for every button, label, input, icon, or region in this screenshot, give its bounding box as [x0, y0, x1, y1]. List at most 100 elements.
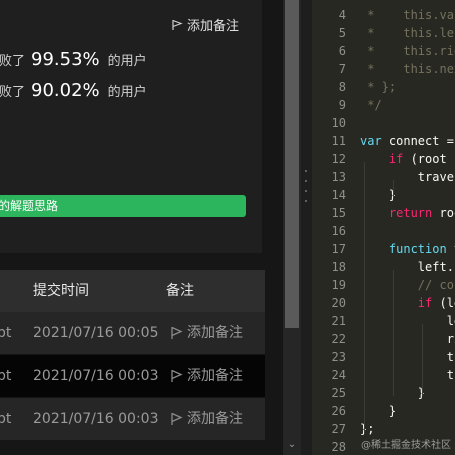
code-text: }: [360, 188, 397, 202]
code-text: tr: [360, 368, 455, 382]
row-language: pt: [0, 411, 12, 427]
code-line[interactable]: 23 tr: [312, 348, 455, 366]
add-note-button[interactable]: 添加备注: [171, 15, 239, 34]
code-line[interactable]: 9 */: [312, 96, 455, 114]
line-number: 10: [331, 116, 346, 130]
code-editor[interactable]: 4 * this.val5 * this.left6 * this.rig7 *…: [312, 0, 455, 455]
line-number: 12: [331, 152, 346, 166]
code-line[interactable]: 6 * this.rig: [312, 42, 455, 60]
code-text: */: [360, 98, 382, 112]
line-number: 26: [331, 404, 346, 418]
code-line[interactable]: 13 trave(: [312, 168, 455, 186]
flag-icon: [172, 19, 183, 30]
line-number: 17: [331, 242, 346, 256]
code-line[interactable]: 22 ri: [312, 330, 455, 348]
code-text: return roo: [388, 206, 455, 220]
line-number: 4: [338, 8, 346, 22]
code-text: }: [360, 404, 397, 418]
code-line[interactable]: 24 tr: [312, 366, 455, 384]
code-line[interactable]: 18 left.n: [312, 258, 455, 276]
table-row[interactable]: pt 2021/07/16 00:03 添加备注: [0, 355, 265, 397]
stat-prefix: 击败了: [0, 54, 26, 69]
my-solution-label: 我的解题思路: [0, 199, 59, 213]
code-text: var connect =: [360, 134, 454, 148]
line-number: 13: [331, 170, 346, 184]
code-line[interactable]: 5 * this.left: [312, 24, 455, 42]
line-number: 27: [331, 422, 346, 436]
line-number: 19: [331, 278, 346, 292]
code-line[interactable]: 11 var connect =: [312, 132, 455, 150]
line-number: 5: [338, 26, 346, 40]
row-add-note-button[interactable]: 添加备注: [170, 312, 243, 354]
row-add-note-label: 添加备注: [187, 368, 243, 384]
table-row[interactable]: pt 2021/07/16 00:05 添加备注: [0, 312, 265, 354]
code-line[interactable]: 10: [312, 114, 455, 132]
code-text: if (root !: [388, 152, 455, 166]
line-number: 25: [331, 386, 346, 400]
grip-dot-icon: [305, 200, 307, 202]
code-line[interactable]: 7 * this.nex: [312, 60, 455, 78]
code-text: tr: [360, 350, 455, 364]
code-text: le: [360, 314, 455, 328]
line-number: 28: [331, 440, 346, 454]
code-line[interactable]: 17 function t: [312, 240, 455, 258]
line-number: 9: [338, 98, 346, 112]
code-line[interactable]: 14 }: [312, 186, 455, 204]
grip-dot-icon: [305, 190, 307, 192]
code-text: ri: [360, 332, 455, 346]
code-line[interactable]: 12 if (root !: [312, 150, 455, 168]
code-line[interactable]: 15 return roo: [312, 204, 455, 222]
code-line[interactable]: 19 // co: [312, 276, 455, 294]
flag-icon: [171, 326, 183, 339]
code-text: trave(: [360, 170, 455, 184]
header-note: 备注: [166, 283, 194, 299]
pane-resize-handle[interactable]: [301, 0, 312, 455]
code-line[interactable]: 4 * this.val: [312, 6, 455, 24]
row-add-note-button[interactable]: 添加备注: [170, 398, 243, 440]
code-text: * this.left: [367, 26, 455, 40]
stat-suffix: 的用户: [107, 54, 147, 69]
indent-guide: [364, 162, 365, 432]
code-text: * };: [360, 80, 397, 94]
code-text: // co: [360, 278, 454, 292]
memory-percent: 90.02%: [31, 80, 100, 101]
line-number: 7: [338, 62, 346, 76]
code-line[interactable]: 16: [312, 222, 455, 240]
code-text: if (le: [417, 296, 455, 310]
indent-guide: [393, 270, 394, 396]
row-add-note-label: 添加备注: [187, 411, 243, 427]
submission-panel: 添加备注 击败了 99.53% 的用户 击败了 90.02% 的用户 我的解题思…: [0, 0, 283, 455]
row-language: pt: [0, 325, 12, 341]
code-line[interactable]: 20 if (le: [312, 294, 455, 312]
indent-guide: [393, 180, 394, 198]
row-add-note-button[interactable]: 添加备注: [170, 355, 243, 397]
code-text: * this.val: [360, 8, 455, 22]
row-submit-time: 2021/07/16 00:05: [33, 325, 159, 341]
scroll-down-arrow-icon[interactable]: ⌄: [287, 440, 297, 450]
line-number: 22: [331, 332, 346, 346]
runtime-stat: 击败了 99.53% 的用户: [0, 49, 147, 70]
table-row[interactable]: pt 2021/07/16 00:03 添加备注: [0, 398, 265, 440]
code-line[interactable]: 26 }: [312, 402, 455, 420]
code-line[interactable]: 21 le: [312, 312, 455, 330]
code-line[interactable]: 25 }: [312, 384, 455, 402]
flag-icon: [171, 369, 183, 382]
code-line[interactable]: 8 * };: [312, 78, 455, 96]
scrollbar-thumb[interactable]: [285, 0, 299, 328]
line-number: 8: [338, 80, 346, 94]
row-submit-time: 2021/07/16 00:03: [33, 411, 159, 427]
grip-dot-icon: [305, 180, 307, 182]
line-number: 21: [331, 314, 346, 328]
code-text: function t: [388, 242, 455, 256]
row-add-note-label: 添加备注: [187, 325, 243, 341]
code-text: left.n: [360, 260, 455, 274]
line-number: 14: [331, 188, 346, 202]
left-pane-scrollbar[interactable]: ⌄: [283, 0, 301, 455]
my-solution-button[interactable]: 我的解题思路: [0, 195, 246, 217]
result-card: 添加备注 击败了 99.53% 的用户 击败了 90.02% 的用户 我的解题思…: [0, 0, 262, 253]
line-number: 11: [331, 134, 346, 148]
row-language: pt: [0, 368, 12, 384]
line-number: 15: [331, 206, 346, 220]
add-note-label: 添加备注: [187, 19, 240, 34]
memory-stat: 击败了 90.02% 的用户: [0, 80, 147, 101]
